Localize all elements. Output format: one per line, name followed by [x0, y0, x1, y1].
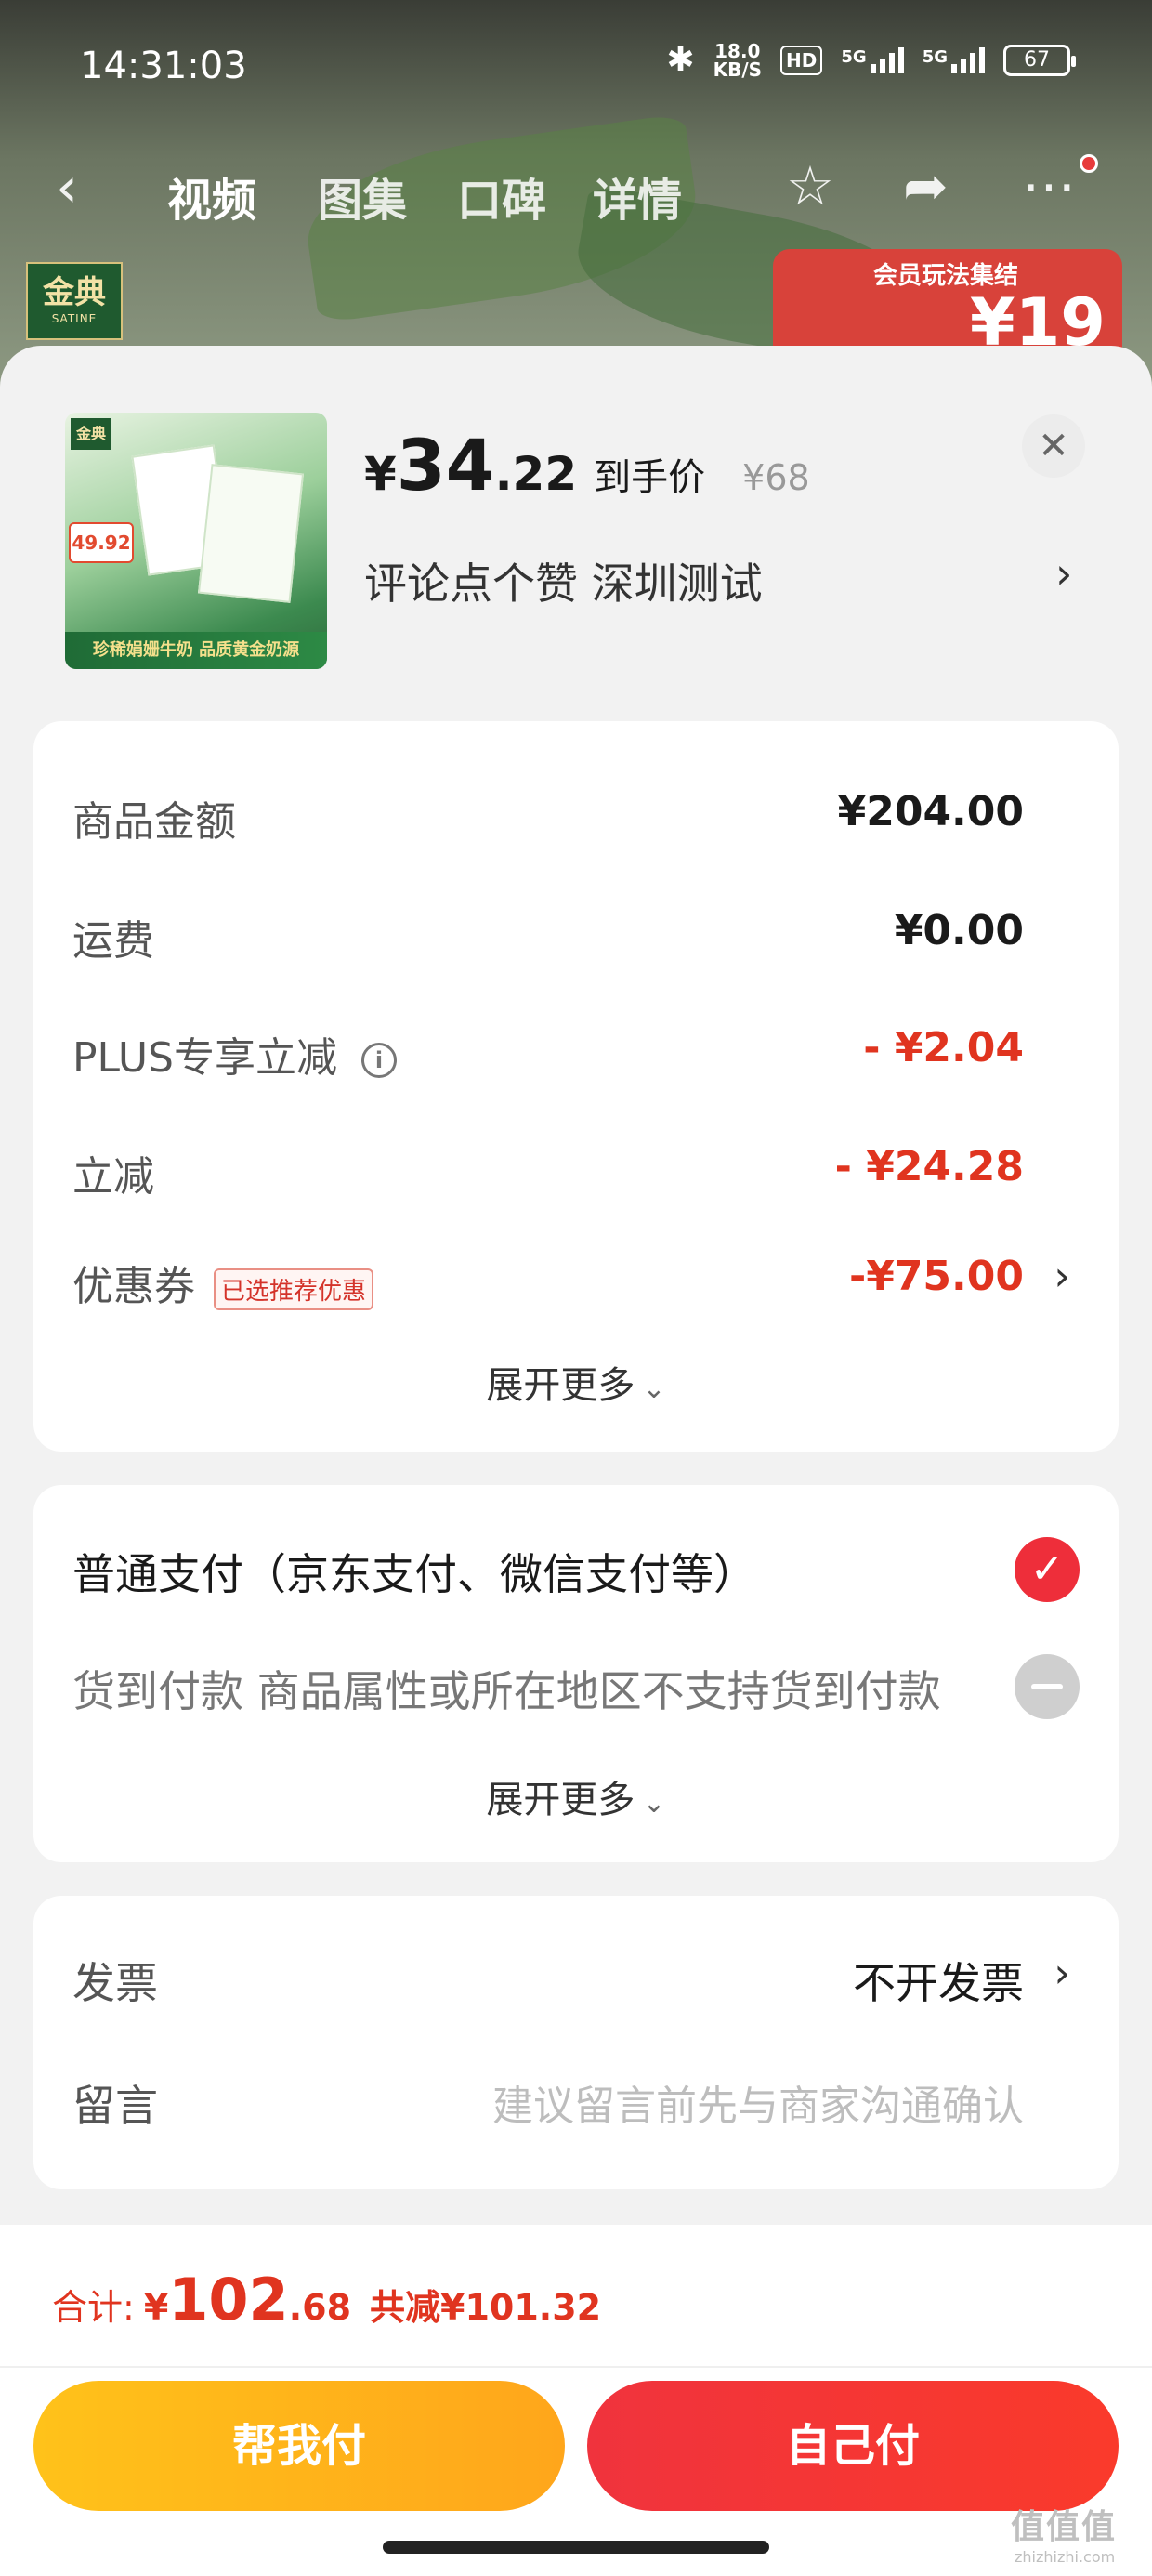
promo-banner: 会员玩法集结 ¥19	[773, 249, 1122, 361]
price-summary-card: 商品金额 ¥204.00 运费 ¥0.00 PLUS专享立减 i - ¥2.04 …	[33, 721, 1119, 1452]
self-pay-button[interactable]: 自己付	[587, 2381, 1119, 2511]
summary-row-plus: PLUS专享立减 i - ¥2.04	[72, 1024, 1024, 1082]
chevron-right-icon[interactable]: ›	[1054, 1253, 1070, 1300]
summary-row-discount: 立减 - ¥24.28	[72, 1143, 1024, 1201]
disabled-icon	[1015, 1654, 1080, 1719]
invoice-row[interactable]: 发票 不开发票 ›	[72, 1950, 1080, 2008]
invoice-value: 不开发票	[853, 1958, 1024, 2008]
payment-option-normal[interactable]: 普通支付（京东支付、微信支付等） ✓	[72, 1537, 1080, 1602]
expand-more-button[interactable]: 展开更多 ⌄	[33, 1355, 1119, 1409]
chevron-right-icon[interactable]: ›	[1055, 548, 1072, 598]
product-subtitle[interactable]: 评论点个赞 深圳测试	[364, 550, 763, 611]
tab-gallery[interactable]: 图集	[318, 164, 407, 229]
price-label: 到手价	[594, 456, 706, 499]
extras-card: 发票 不开发票 › 留言 建议留言前先与商家沟通确认	[33, 1896, 1119, 2189]
brand-logo: 金典 SATINE	[26, 262, 123, 340]
hd-icon: HD	[780, 45, 823, 75]
product-price-tag: 49.92	[69, 522, 134, 563]
watermark-logo: 值值值	[1011, 2508, 1118, 2546]
favorite-star-icon[interactable]: ☆	[786, 158, 834, 214]
product-image: 金典 49.92 珍稀娟姗牛奶 品质黄金奶源	[65, 413, 327, 669]
home-indicator[interactable]	[383, 2541, 769, 2554]
tab-details[interactable]: 详情	[593, 164, 682, 229]
summary-row-shipping: 运费 ¥0.00	[72, 907, 1024, 965]
close-icon: ✕	[1038, 425, 1069, 467]
info-icon[interactable]: i	[361, 1043, 397, 1078]
back-icon[interactable]: ‹	[56, 160, 78, 216]
order-total: 合计: ¥ 102 .68 共减¥101.32	[52, 2266, 602, 2333]
divider	[0, 2366, 1152, 2368]
watermark-url: zhizhizhi.com	[1015, 2548, 1116, 2566]
final-price: 34	[396, 424, 495, 506]
price-line: ¥ 34 .22 到手价 ¥68	[364, 424, 810, 506]
help-pay-button[interactable]: 帮我付	[33, 2381, 565, 2511]
expand-more-button[interactable]: 展开更多 ⌄	[33, 1769, 1119, 1823]
top-nav: ‹ 视频 图集 口碑 详情 ☆ ➦ ⋯	[0, 149, 1152, 232]
note-input[interactable]: 建议留言前先与商家沟通确认	[492, 2072, 1024, 2132]
tab-video[interactable]: 视频	[167, 164, 256, 229]
product-band: 珍稀娟姗牛奶 品质黄金奶源	[65, 632, 327, 669]
close-button[interactable]: ✕	[1022, 414, 1085, 478]
more-icon[interactable]: ⋯	[1022, 158, 1076, 214]
signal-icon: 5G	[923, 46, 985, 73]
total-savings: 共减¥101.32	[370, 2287, 602, 2328]
payment-card: 普通支付（京东支付、微信支付等） ✓ 货到付款 商品属性或所在地区不支持货到付款…	[33, 1485, 1119, 1862]
tab-reviews[interactable]: 口碑	[457, 164, 546, 229]
chevron-down-icon: ⌄	[642, 1787, 666, 1820]
product-logo: 金典	[71, 418, 111, 450]
notification-dot	[1080, 154, 1098, 173]
original-price: ¥68	[742, 457, 810, 498]
summary-row-goods: 商品金额 ¥204.00	[72, 788, 1024, 846]
battery-icon: 67	[1003, 44, 1076, 76]
network-speed: 18.0 KB/S	[713, 39, 763, 81]
chevron-right-icon[interactable]: ›	[1054, 1950, 1070, 1997]
status-time: 14:31:03	[80, 45, 247, 87]
share-icon[interactable]: ➦	[903, 158, 949, 214]
check-icon[interactable]: ✓	[1015, 1537, 1080, 1602]
note-row[interactable]: 留言 建议留言前先与商家沟通确认	[72, 2072, 1080, 2131]
status-bar: 14:31:03 ✱ 18.0 KB/S HD 5G 5G 67	[0, 0, 1152, 139]
chevron-down-icon: ⌄	[642, 1373, 666, 1405]
summary-row-coupon[interactable]: 优惠券 已选推荐优惠 -¥75.00 ›	[72, 1253, 1080, 1310]
signal-icon: 5G	[841, 46, 904, 73]
payment-option-cod: 货到付款 商品属性或所在地区不支持货到付款	[72, 1654, 1080, 1719]
bluetooth-icon: ✱	[666, 41, 695, 79]
coupon-badge: 已选推荐优惠	[214, 1268, 374, 1310]
